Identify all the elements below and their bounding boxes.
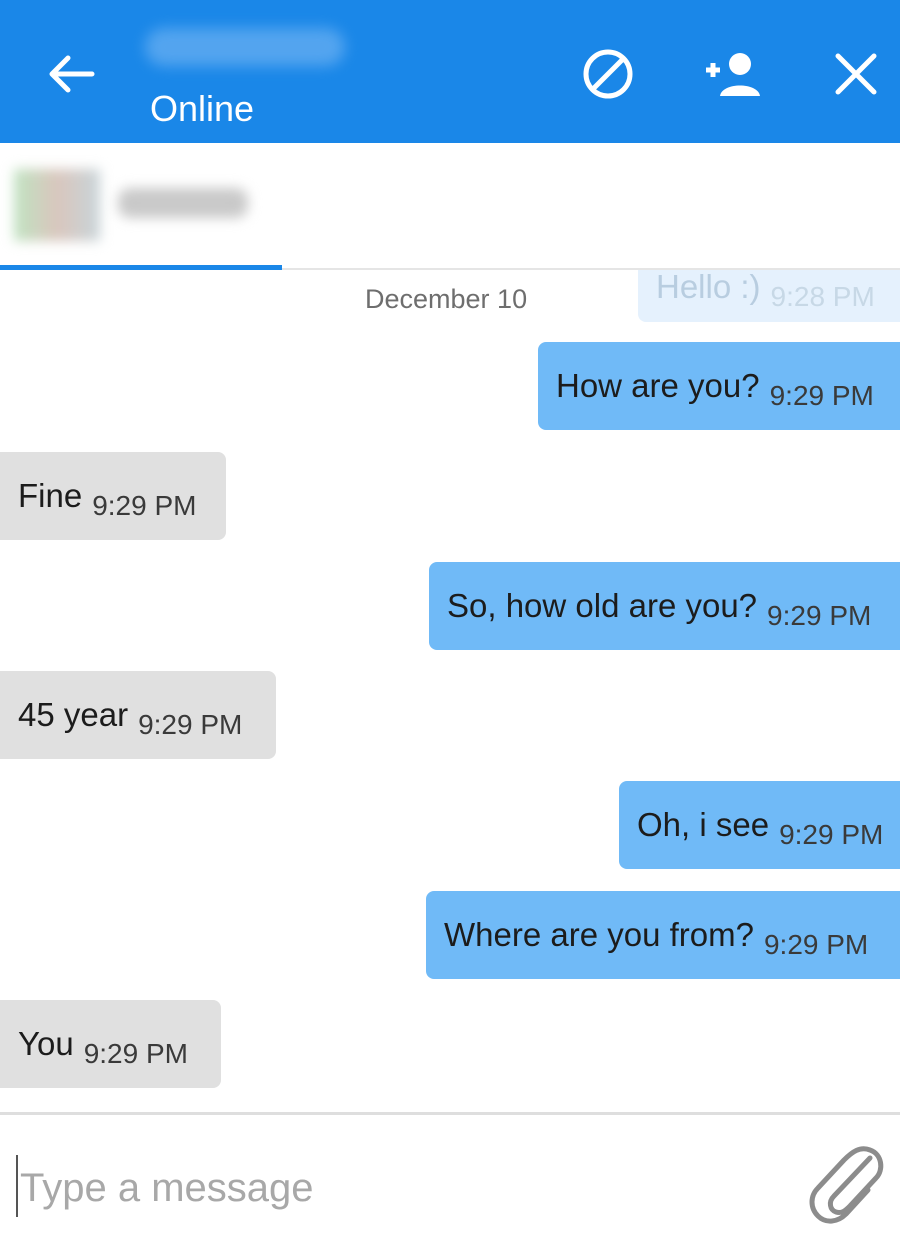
tab-contact-name[interactable]	[118, 188, 248, 218]
message-composer	[0, 1112, 900, 1235]
message-time: 9:29 PM	[769, 380, 874, 411]
message-list[interactable]: December 10 Hello :) 9:28 PM How are you?…	[0, 270, 900, 1112]
back-arrow-icon[interactable]	[40, 48, 100, 100]
message-text: How are you?	[556, 367, 760, 404]
date-separator: December 10	[365, 284, 528, 314]
message-text: Oh, i see	[637, 806, 770, 843]
message-bubble-incoming[interactable]: 45 year 9:29 PM	[0, 671, 276, 759]
text-cursor	[16, 1155, 18, 1217]
message-bubble-outgoing[interactable]: Hello :) 9:28 PM	[638, 270, 900, 322]
message-bubble-outgoing[interactable]: How are you? 9:29 PM	[538, 342, 900, 430]
message-time: 9:29 PM	[92, 490, 197, 521]
message-text: You	[18, 1025, 74, 1062]
message-input[interactable]	[20, 1153, 780, 1223]
message-time: 9:29 PM	[83, 1038, 188, 1069]
message-time: 9:29 PM	[767, 600, 872, 631]
contact-name	[145, 28, 345, 66]
message-bubble-incoming[interactable]: You 9:29 PM	[0, 1000, 221, 1088]
tab-contact-avatar[interactable]	[14, 169, 100, 241]
message-time: 9:29 PM	[763, 929, 869, 960]
message-time: 9:29 PM	[138, 709, 243, 740]
message-text: So, how old are you?	[447, 587, 758, 624]
message-bubble-outgoing[interactable]: Where are you from? 9:29 PM	[426, 891, 900, 979]
message-time: 9:29 PM	[779, 819, 884, 850]
block-icon[interactable]	[578, 44, 638, 104]
message-bubble-outgoing[interactable]: Oh, i see 9:29 PM	[619, 781, 900, 869]
close-icon[interactable]	[826, 44, 886, 104]
message-text: Where are you from?	[444, 916, 754, 953]
chat-header: Online	[0, 0, 900, 143]
add-person-icon[interactable]	[700, 44, 764, 104]
message-text: Hello :)	[656, 270, 761, 305]
message-bubble-incoming[interactable]: Fine 9:29 PM	[0, 452, 226, 540]
message-time: 9:28 PM	[770, 281, 875, 312]
contact-status: Online	[150, 88, 255, 129]
message-bubble-outgoing[interactable]: So, how old are you? 9:29 PM	[429, 562, 900, 650]
message-text: 45 year	[18, 696, 129, 733]
conversation-tabs	[0, 143, 900, 270]
message-text: Fine	[18, 477, 83, 514]
paperclip-icon[interactable]	[804, 1140, 888, 1226]
